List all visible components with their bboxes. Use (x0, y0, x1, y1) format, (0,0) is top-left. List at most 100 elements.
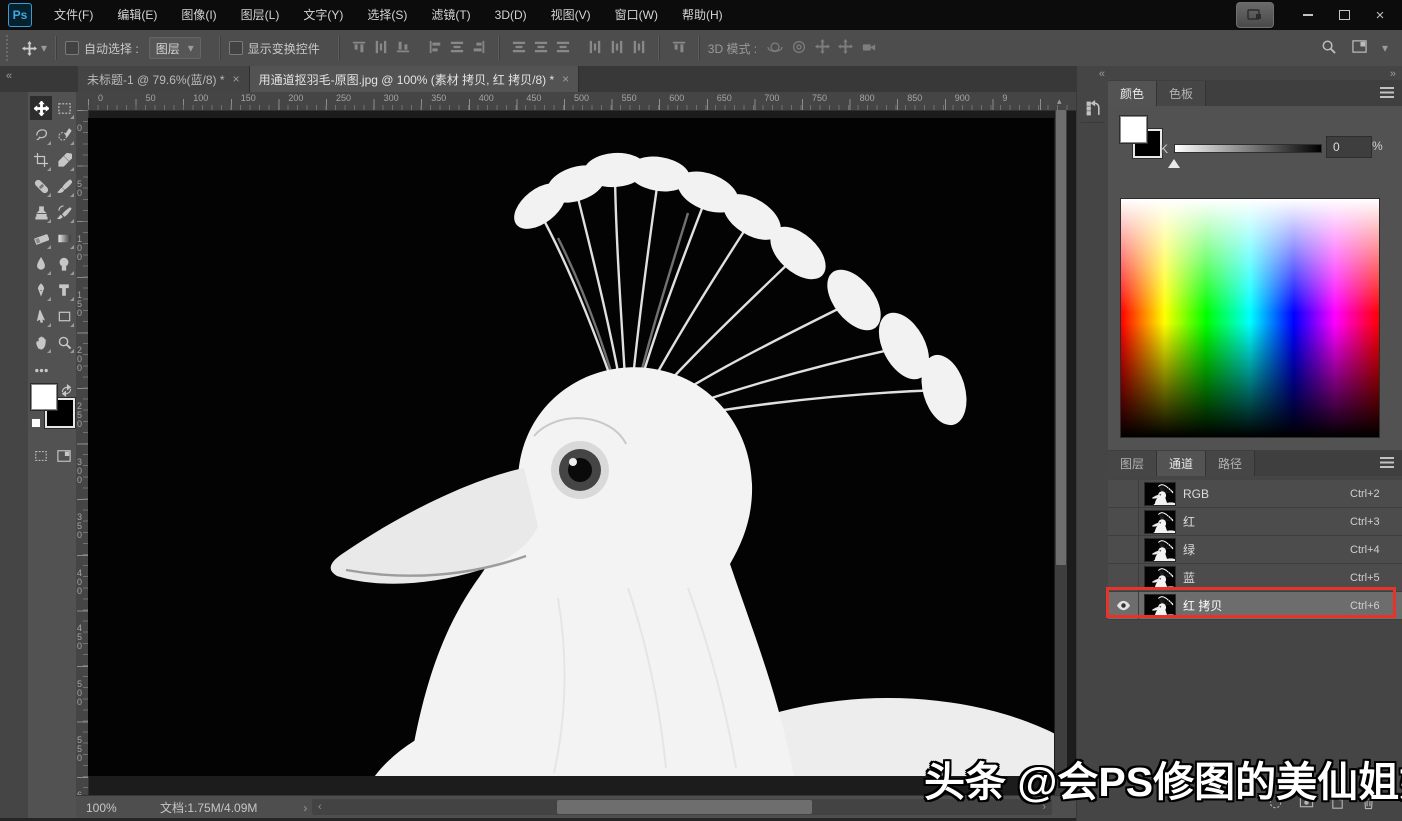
channel-row-red[interactable]: 红 Ctrl+3 (1108, 508, 1402, 536)
align-left-button[interactable] (428, 40, 442, 57)
default-colors-icon[interactable] (31, 418, 41, 428)
dodge-tool[interactable] (53, 252, 75, 276)
close-tab-icon[interactable]: × (562, 72, 569, 86)
tab-paths[interactable]: 路径 (1206, 451, 1255, 476)
3d-pan-button[interactable] (815, 39, 830, 57)
zoom-tool[interactable] (53, 330, 75, 354)
quick-selection-tool[interactable] (53, 122, 75, 146)
panel-grip[interactable] (6, 35, 16, 61)
channel-thumbnail[interactable] (1145, 511, 1175, 533)
maximize-button[interactable] (1328, 4, 1360, 26)
history-brush-tool[interactable] (53, 200, 75, 224)
quick-mask-button[interactable] (30, 444, 52, 468)
menu-view[interactable]: 视图(V) (539, 0, 603, 30)
align-right-button[interactable] (472, 40, 486, 57)
align-hcenter-button[interactable] (450, 40, 464, 57)
screen-mode-toggle[interactable] (53, 444, 75, 468)
zoom-level[interactable]: 100% (86, 801, 138, 815)
menu-help[interactable]: 帮助(H) (670, 0, 735, 30)
workspace-switcher-icon[interactable] (1351, 39, 1368, 57)
menu-file[interactable]: 文件(F) (42, 0, 105, 30)
menu-filter[interactable]: 滤镜(T) (419, 0, 482, 30)
k-value-field[interactable]: 0 (1326, 136, 1372, 158)
tab-color[interactable]: 颜色 (1108, 81, 1157, 106)
tab-channels[interactable]: 通道 (1157, 451, 1206, 476)
status-expand-icon[interactable]: › (303, 801, 307, 815)
distribute-vcenter-button[interactable] (534, 40, 548, 57)
close-tab-icon[interactable]: × (233, 72, 240, 86)
panel-menu-icon[interactable] (1380, 87, 1394, 98)
chevron-down-icon[interactable]: ▾ (1382, 41, 1388, 55)
channel-thumbnail[interactable] (1145, 567, 1175, 589)
distribute-left-button[interactable] (588, 40, 602, 57)
screen-mode-button[interactable] (1236, 2, 1274, 28)
edit-toolbar-ellipsis[interactable] (30, 358, 52, 382)
document-tab-untitled[interactable]: 未标题-1 @ 79.6%(蓝/8) * × (78, 66, 250, 92)
menu-edit[interactable]: 编辑(E) (105, 0, 169, 30)
visibility-toggle[interactable] (1108, 480, 1139, 507)
channel-thumbnail[interactable] (1145, 539, 1175, 561)
eyedropper-tool[interactable] (53, 148, 75, 172)
channel-row-rgb[interactable]: RGB Ctrl+2 (1108, 480, 1402, 508)
toolbar-collapse-icon[interactable]: « (6, 70, 10, 82)
type-tool[interactable] (53, 278, 75, 302)
distribute-spacing-button[interactable] (672, 40, 686, 57)
3d-slide-button[interactable] (838, 39, 853, 57)
menu-select[interactable]: 选择(S) (355, 0, 419, 30)
show-transform-checkbox[interactable] (229, 41, 243, 55)
visibility-toggle[interactable] (1108, 536, 1139, 563)
expand-dock-icon[interactable]: « (1099, 68, 1105, 80)
k-slider[interactable] (1174, 144, 1322, 153)
foreground-color-swatch[interactable] (1120, 116, 1147, 143)
3d-roll-button[interactable] (791, 39, 807, 58)
healing-brush-tool[interactable] (30, 174, 52, 198)
hand-tool[interactable] (30, 330, 52, 354)
align-vcenter-button[interactable] (374, 40, 388, 57)
color-spectrum-picker[interactable] (1120, 198, 1380, 438)
close-button[interactable]: × (1364, 4, 1396, 26)
move-tool[interactable] (30, 96, 52, 120)
distribute-bottom-button[interactable] (556, 40, 570, 57)
distribute-hcenter-button[interactable] (610, 40, 624, 57)
path-selection-tool[interactable] (30, 304, 52, 328)
menu-layer[interactable]: 图层(L) (229, 0, 292, 30)
scroll-left-icon[interactable]: ‹ (312, 801, 328, 813)
align-bottom-button[interactable] (396, 40, 410, 57)
align-top-button[interactable] (352, 40, 366, 57)
distribute-top-button[interactable] (512, 40, 526, 57)
rectangle-tool[interactable] (53, 304, 75, 328)
scroll-up-icon[interactable]: ▴ (1057, 96, 1062, 107)
move-tool-preset-icon[interactable]: ▾ (22, 41, 47, 56)
vertical-scrollbar[interactable]: ▴ (1055, 110, 1067, 795)
brush-tool[interactable] (53, 174, 75, 198)
history-panel-button[interactable] (1081, 94, 1105, 123)
lasso-tool[interactable] (30, 122, 52, 146)
auto-select-dropdown[interactable]: 图层 ▾ (149, 37, 201, 59)
foreground-color-swatch[interactable] (31, 384, 57, 410)
document-image[interactable] (88, 118, 1054, 776)
3d-orbit-button[interactable] (767, 39, 783, 58)
minimize-button[interactable] (1292, 4, 1324, 26)
document-tab-feather[interactable]: 用通道抠羽毛-原图.jpg @ 100% (素材 拷贝, 红 拷贝/8) * × (250, 66, 580, 92)
clone-stamp-tool[interactable] (30, 200, 52, 224)
3d-camera-button[interactable] (861, 40, 877, 57)
auto-select-checkbox[interactable] (65, 41, 79, 55)
marquee-tool[interactable] (53, 96, 75, 120)
visibility-toggle[interactable] (1108, 508, 1139, 535)
panel-menu-icon[interactable] (1380, 457, 1394, 468)
ruler-horizontal[interactable]: 0501001502002503003504004505005506006507… (88, 92, 1076, 111)
eraser-tool[interactable] (30, 226, 52, 250)
crop-tool[interactable] (30, 148, 52, 172)
menu-type[interactable]: 文字(Y) (291, 0, 355, 30)
tab-layers[interactable]: 图层 (1108, 451, 1157, 476)
menu-window[interactable]: 窗口(W) (603, 0, 670, 30)
gradient-tool[interactable] (53, 226, 75, 250)
channel-thumbnail[interactable] (1145, 483, 1175, 505)
channel-row-green[interactable]: 绿 Ctrl+4 (1108, 536, 1402, 564)
menu-3d[interactable]: 3D(D) (483, 0, 539, 30)
smudge-tool[interactable] (30, 252, 52, 276)
menu-image[interactable]: 图像(I) (169, 0, 228, 30)
horizontal-scrollbar-thumb[interactable] (557, 800, 812, 814)
search-icon[interactable] (1321, 39, 1336, 57)
vertical-scrollbar-thumb[interactable] (1056, 110, 1066, 565)
